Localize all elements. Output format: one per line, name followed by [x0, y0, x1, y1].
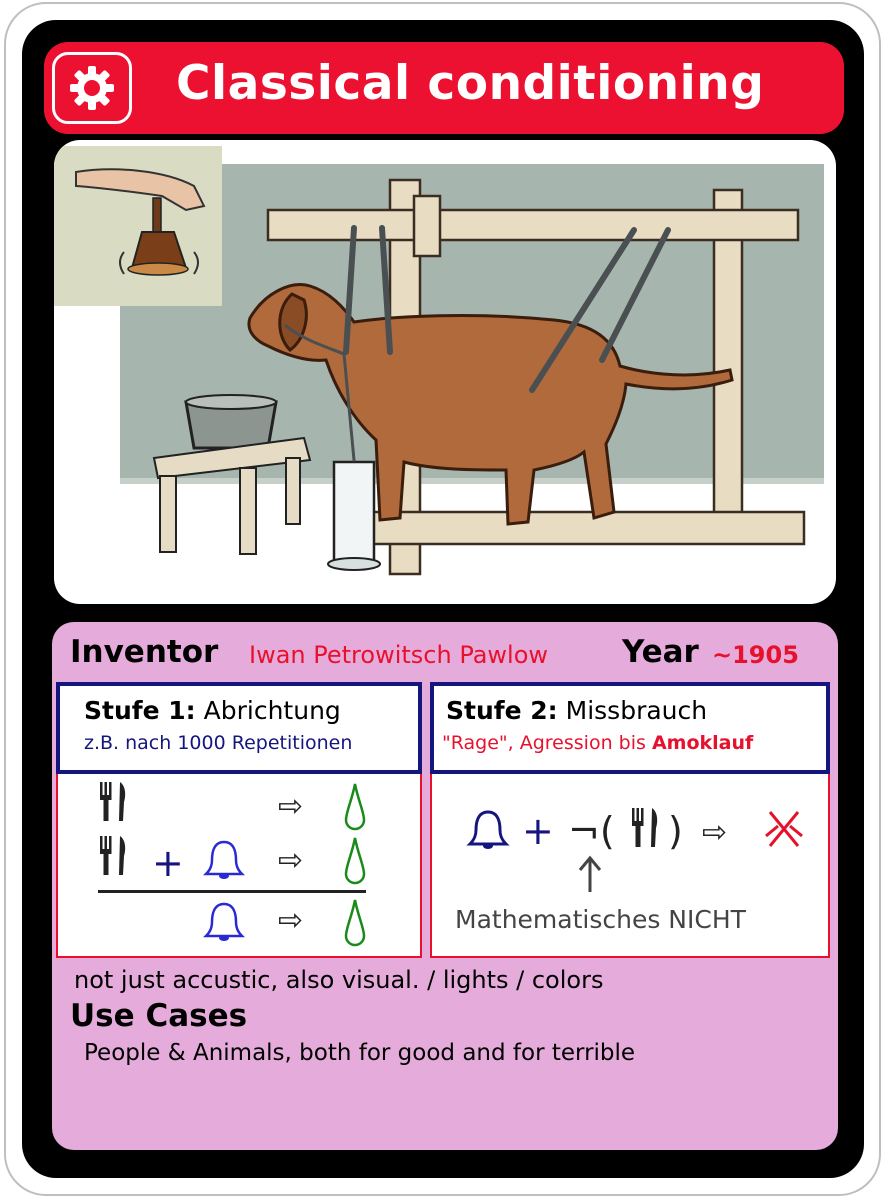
plus-sign: +: [152, 841, 184, 885]
fraction-line: [98, 890, 366, 893]
year-value: ~1905: [712, 641, 799, 669]
stage2-formula: + ¬( ) ⇨: [466, 808, 803, 892]
cutlery-icon: [632, 808, 658, 847]
inventor-label: Inventor: [70, 634, 219, 670]
cutlery-icon: [100, 782, 126, 821]
use-cases-title: Use Cases: [70, 998, 248, 1034]
close-paren: ): [668, 809, 683, 853]
year-label: Year: [622, 634, 699, 670]
use-cases-text: People & Animals, both for good and for …: [84, 1040, 636, 1066]
gear-icon: [70, 66, 114, 110]
not-operator: ¬(: [568, 809, 615, 853]
implies-arrow: ⇨: [278, 903, 303, 938]
drop-icon: [344, 837, 366, 885]
implies-arrow: ⇨: [278, 789, 303, 824]
note-text: not just accustic, also visual. / lights…: [74, 966, 604, 994]
stage2-subtitle: "Rage", Agression bis Amoklauf: [442, 732, 754, 754]
bell-icon: [466, 810, 510, 849]
stage1-title: Stufe 1: Abrichtung: [84, 696, 341, 725]
drop-icon: [344, 899, 366, 947]
bell-icon: [202, 902, 246, 941]
up-arrow-icon: [578, 855, 602, 892]
implies-arrow: ⇨: [278, 843, 303, 878]
crossed-swords-icon: [765, 811, 803, 847]
bell-inset: [54, 146, 222, 306]
drop-icon: [344, 783, 366, 831]
inventor-name: Iwan Petrowitsch Pawlow: [249, 641, 549, 669]
bell-icon: [202, 840, 246, 879]
plus-sign: +: [522, 809, 554, 853]
cutlery-icon: [100, 836, 126, 875]
stage1-subtitle: z.B. nach 1000 Repetitionen: [84, 732, 353, 754]
stage2-title: Stufe 2: Missbrauch: [446, 696, 708, 725]
measuring-glass: [327, 460, 381, 571]
math-not-label: Mathematisches NICHT: [455, 905, 746, 934]
card-title: Classical conditioning: [176, 56, 765, 111]
category-badge: [52, 52, 132, 124]
pavlov-dog-illustration: [54, 140, 836, 604]
implies-arrow: ⇨: [702, 815, 727, 850]
stage1-formula: ⇨ + ⇨ ⇨: [98, 782, 366, 947]
